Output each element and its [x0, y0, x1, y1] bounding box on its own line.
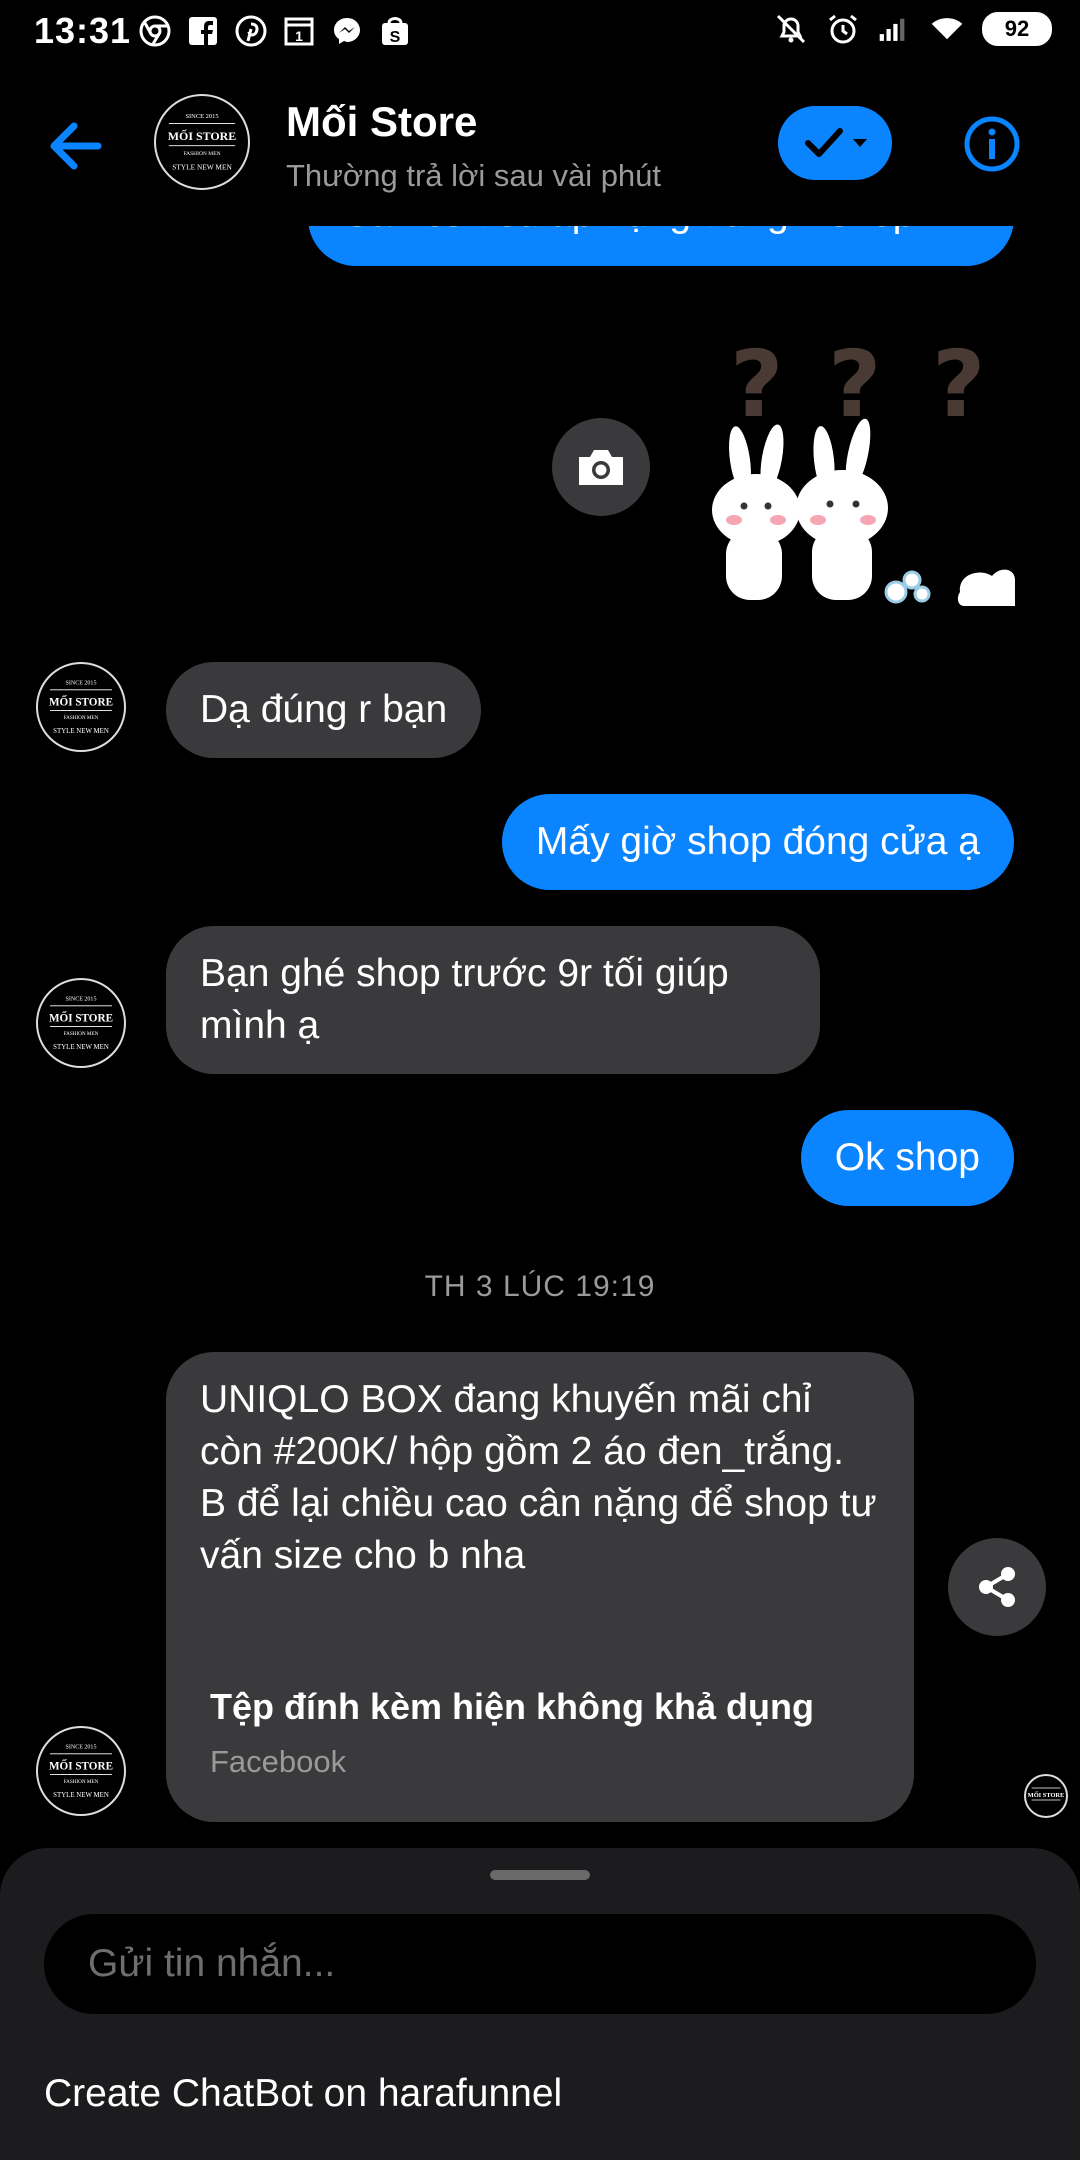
incoming-message[interactable]: Bạn ghé shop trước 9r tối giúp mình ạ	[166, 926, 820, 1074]
svg-text:STYLE NEW MEN: STYLE NEW MEN	[172, 163, 232, 172]
status-time: 13:31	[34, 10, 132, 51]
contact-name[interactable]: Mối Store	[286, 98, 477, 146]
attachment-source: Facebook	[210, 1744, 347, 1779]
svg-text:STYLE NEW MEN: STYLE NEW MEN	[53, 1792, 109, 1799]
response-time-status: Thường trả lời sau vài phút	[286, 158, 662, 193]
facebook-icon	[186, 14, 220, 48]
shopee-icon: S	[378, 14, 412, 48]
chevron-down-icon	[853, 139, 867, 147]
composer-sheet: Gửi tin nhắn... Create ChatBot on harafu…	[0, 1848, 1080, 2160]
wifi-icon	[930, 12, 964, 46]
svg-text:SINCE 2015: SINCE 2015	[185, 113, 218, 120]
mark-done-button[interactable]	[778, 106, 892, 180]
back-arrow-icon[interactable]	[40, 110, 112, 182]
svg-text:STYLE NEW MEN: STYLE NEW MEN	[53, 728, 109, 735]
store-avatar[interactable]: SINCE 2015 MỐI STORE FASHION MEN STYLE N…	[154, 94, 250, 190]
svg-text:MỐI STORE: MỐI STORE	[168, 128, 237, 143]
svg-text:SINCE 2015: SINCE 2015	[66, 681, 97, 687]
message-text: UNIQLO BOX đang khuyến mãi chỉ còn #200K…	[200, 1378, 877, 1577]
svg-text:FASHION MEN: FASHION MEN	[64, 1031, 99, 1037]
check-icon	[805, 128, 843, 157]
camera-button[interactable]	[552, 418, 650, 516]
message-text: Bạn ghé shop trước 9r tối giúp mình ạ	[200, 952, 729, 1047]
share-icon	[979, 1567, 1015, 1607]
message-text: Cả 2cs đều áp dụng đúng k shop	[342, 226, 914, 235]
message-text: Ok shop	[834, 1136, 980, 1179]
message-list[interactable]: Cả 2cs đều áp dụng đúng k shop ? ? ?	[0, 226, 1080, 1846]
attachment-unavailable-label: Tệp đính kèm hiện không khả dụng	[210, 1686, 815, 1727]
svg-text:SINCE 2015: SINCE 2015	[66, 1745, 97, 1751]
mute-icon	[774, 12, 808, 46]
chat-header: SINCE 2015 MỐI STORE FASHION MEN STYLE N…	[0, 66, 1080, 226]
svg-text:FASHION MEN: FASHION MEN	[64, 715, 99, 721]
svg-text:MỐI STORE: MỐI STORE	[49, 1011, 113, 1024]
svg-text:?: ?	[828, 331, 881, 438]
camera-icon	[579, 450, 623, 485]
info-icon[interactable]	[962, 114, 1022, 174]
svg-text:FASHION MEN: FASHION MEN	[64, 1779, 99, 1785]
message-text: Mấy giờ shop đóng cửa ạ	[535, 820, 980, 863]
outgoing-message[interactable]: Mấy giờ shop đóng cửa ạ	[501, 794, 1014, 890]
rabbit-sticker[interactable]: ? ? ?	[700, 330, 1015, 620]
battery-indicator: 92	[982, 12, 1052, 46]
messenger-icon	[330, 14, 364, 48]
pinterest-icon	[234, 14, 268, 48]
svg-text:MỐI STORE: MỐI STORE	[1028, 1791, 1065, 1799]
store-avatar[interactable]: SINCE 2015 MỐI STORE FASHION MEN STYLE N…	[36, 978, 126, 1068]
svg-text:STYLE NEW MEN: STYLE NEW MEN	[53, 1044, 109, 1051]
incoming-message[interactable]: Dạ đúng r bạn	[166, 662, 482, 758]
svg-text:FASHION MEN: FASHION MEN	[183, 151, 220, 157]
create-chatbot-link[interactable]: Create ChatBot on harafunnel	[44, 2072, 562, 2116]
svg-text:SINCE 2015: SINCE 2015	[66, 997, 97, 1003]
store-avatar[interactable]: SINCE 2015 MỐI STORE FASHION MEN STYLE N…	[36, 1726, 126, 1816]
message-input[interactable]: Gửi tin nhắn...	[44, 1914, 1036, 2014]
outgoing-message[interactable]: Ok shop	[800, 1110, 1014, 1206]
notification-icons: 1 S	[138, 14, 412, 48]
signal-icon	[878, 12, 912, 46]
store-avatar[interactable]: SINCE 2015 MỐI STORE FASHION MEN STYLE N…	[36, 662, 126, 752]
share-button[interactable]	[948, 1538, 1046, 1636]
drag-handle[interactable]	[490, 1870, 590, 1880]
seen-receipt-avatar: MỐI STORE	[1024, 1774, 1068, 1818]
date-separator: TH 3 LÚC 19:19	[424, 1270, 656, 1303]
alarm-icon	[826, 12, 860, 46]
attachment-message-card[interactable]: UNIQLO BOX đang khuyến mãi chỉ còn #200K…	[166, 1352, 914, 1822]
svg-text:MỐI STORE: MỐI STORE	[49, 1759, 113, 1772]
status-bar: 13:31 1 S 92	[0, 0, 1080, 66]
message-text: Dạ đúng r bạn	[200, 688, 448, 731]
chrome-icon	[138, 14, 172, 48]
svg-text:1: 1	[295, 28, 303, 44]
svg-text:S: S	[390, 29, 401, 46]
svg-text:MỐI STORE: MỐI STORE	[49, 695, 113, 708]
svg-text:?: ?	[730, 331, 783, 438]
message-input-placeholder: Gửi tin nhắn...	[88, 1942, 336, 1985]
system-icons: 92	[774, 12, 1052, 46]
outgoing-message[interactable]: Cả 2cs đều áp dụng đúng k shop	[308, 226, 1014, 266]
calendar-icon: 1	[282, 14, 316, 48]
svg-text:?: ?	[932, 331, 985, 438]
